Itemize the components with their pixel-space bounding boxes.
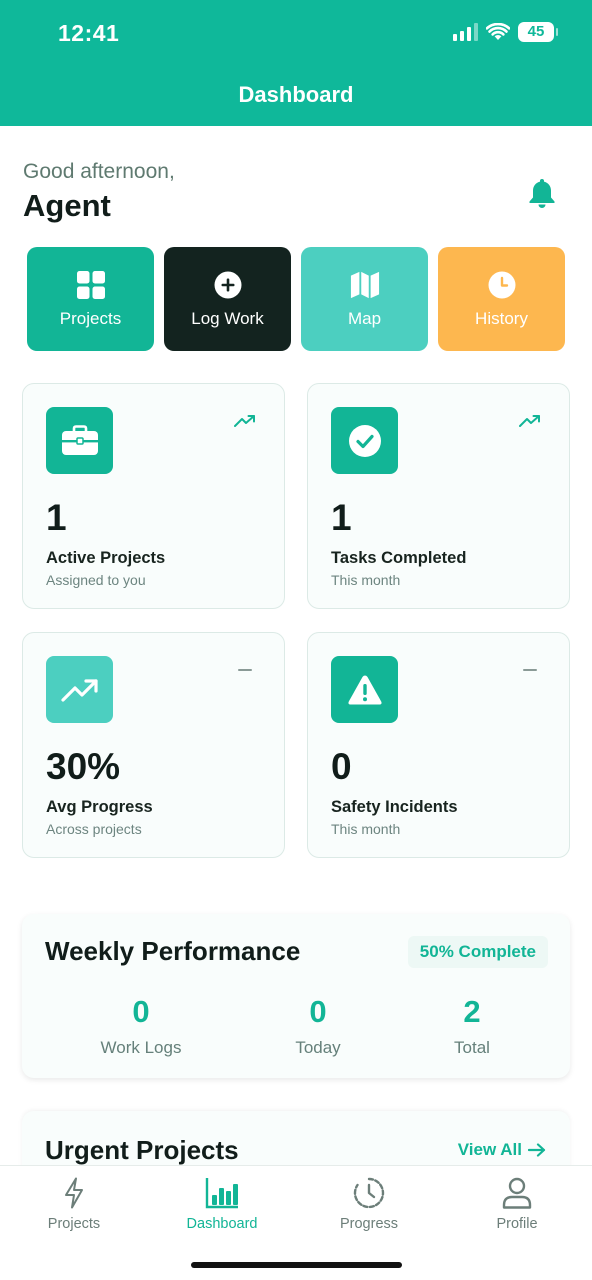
wifi-icon (486, 23, 510, 40)
person-icon (500, 1176, 534, 1210)
arrow-right-icon (528, 1143, 546, 1157)
tab-projects[interactable]: Projects (14, 1176, 134, 1232)
projects-action-button[interactable]: Projects (27, 247, 154, 351)
notification-bell-icon[interactable] (526, 176, 558, 210)
stat-title: Safety Incidents (331, 798, 458, 816)
stat-number: 2 (463, 994, 481, 1029)
tab-progress[interactable]: Progress (309, 1176, 429, 1232)
tab-label: Progress (339, 1216, 399, 1232)
bar-chart-icon (205, 1176, 239, 1210)
tab-dashboard[interactable]: Dashboard (162, 1176, 282, 1232)
view-all-label: View All (457, 1140, 522, 1159)
tab-label: Dashboard (186, 1216, 258, 1232)
map-action-button[interactable]: Map (301, 247, 428, 351)
warning-icon (331, 656, 398, 723)
plus-circle-icon (213, 270, 243, 300)
stat-title: Tasks Completed (331, 549, 467, 567)
stat-value: 30% (46, 746, 121, 787)
check-circle-icon (331, 407, 398, 474)
stat-subtitle: This month (331, 821, 401, 837)
status-time: 12:41 (58, 20, 120, 46)
grid-icon (76, 270, 106, 300)
trending-up-icon (46, 656, 113, 723)
stat-value: 1 (331, 497, 352, 538)
stat-card-avg-progress[interactable]: 30% Avg Progress Across projects (22, 632, 285, 858)
map-icon (350, 270, 380, 300)
today-stat: 0 Today (238, 994, 398, 1058)
stat-subtitle: Across projects (46, 821, 142, 837)
weekly-performance-card: Weekly Performance 50% Complete 0 Work L… (22, 914, 570, 1078)
trend-up-icon (234, 415, 255, 427)
history-icon (352, 1176, 386, 1210)
map-action-label: Map (347, 309, 382, 328)
trend-up-icon (519, 415, 540, 427)
stat-title: Avg Progress (46, 798, 153, 816)
log-work-action-button[interactable]: Log Work (164, 247, 291, 351)
briefcase-icon (46, 407, 113, 474)
stat-subtitle: This month (331, 572, 401, 588)
urgent-projects-title: Urgent Projects (45, 1135, 239, 1165)
tab-profile[interactable]: Profile (457, 1176, 577, 1232)
stat-label: Today (295, 1038, 341, 1057)
weekly-performance-title: Weekly Performance (45, 936, 301, 966)
completion-badge: 50% Complete (407, 936, 548, 968)
user-name: Agent (23, 188, 111, 223)
history-action-label: History (475, 309, 528, 328)
stat-value: 0 (331, 746, 352, 787)
stat-number: 0 (309, 994, 327, 1029)
quick-actions: Projects Log Work Map History (27, 247, 565, 351)
stat-label: Total (454, 1038, 490, 1057)
stat-card-safety-incidents[interactable]: 0 Safety Incidents This month (307, 632, 570, 858)
minus-icon (523, 669, 537, 671)
stat-label: Work Logs (100, 1038, 182, 1057)
cellular-signal-icon (453, 23, 478, 41)
app-header: 12:41 45 Dashboard (0, 0, 592, 126)
stat-subtitle: Assigned to you (46, 572, 146, 588)
work-logs-stat: 0 Work Logs (61, 994, 221, 1058)
page-title: Dashboard (238, 82, 354, 107)
total-stat: 2 Total (392, 994, 552, 1058)
greeting-text: Good afternoon, (23, 160, 175, 183)
bolt-icon (57, 1176, 91, 1210)
log-work-action-label: Log Work (191, 309, 264, 328)
tab-label: Projects (47, 1216, 101, 1232)
stat-card-active-projects[interactable]: 1 Active Projects Assigned to you (22, 383, 285, 609)
stat-title: Active Projects (46, 549, 166, 567)
home-indicator (191, 1262, 402, 1268)
clock-icon (487, 270, 517, 300)
view-all-link[interactable]: View All (458, 1140, 546, 1160)
battery-indicator: 45 (518, 22, 558, 42)
stat-value: 1 (46, 497, 67, 538)
tab-label: Profile (496, 1216, 538, 1232)
history-action-button[interactable]: History (438, 247, 565, 351)
stat-number: 0 (132, 994, 150, 1029)
minus-icon (238, 669, 252, 671)
projects-action-label: Projects (59, 309, 122, 328)
status-indicators: 45 (453, 22, 558, 42)
stat-card-tasks-completed[interactable]: 1 Tasks Completed This month (307, 383, 570, 609)
